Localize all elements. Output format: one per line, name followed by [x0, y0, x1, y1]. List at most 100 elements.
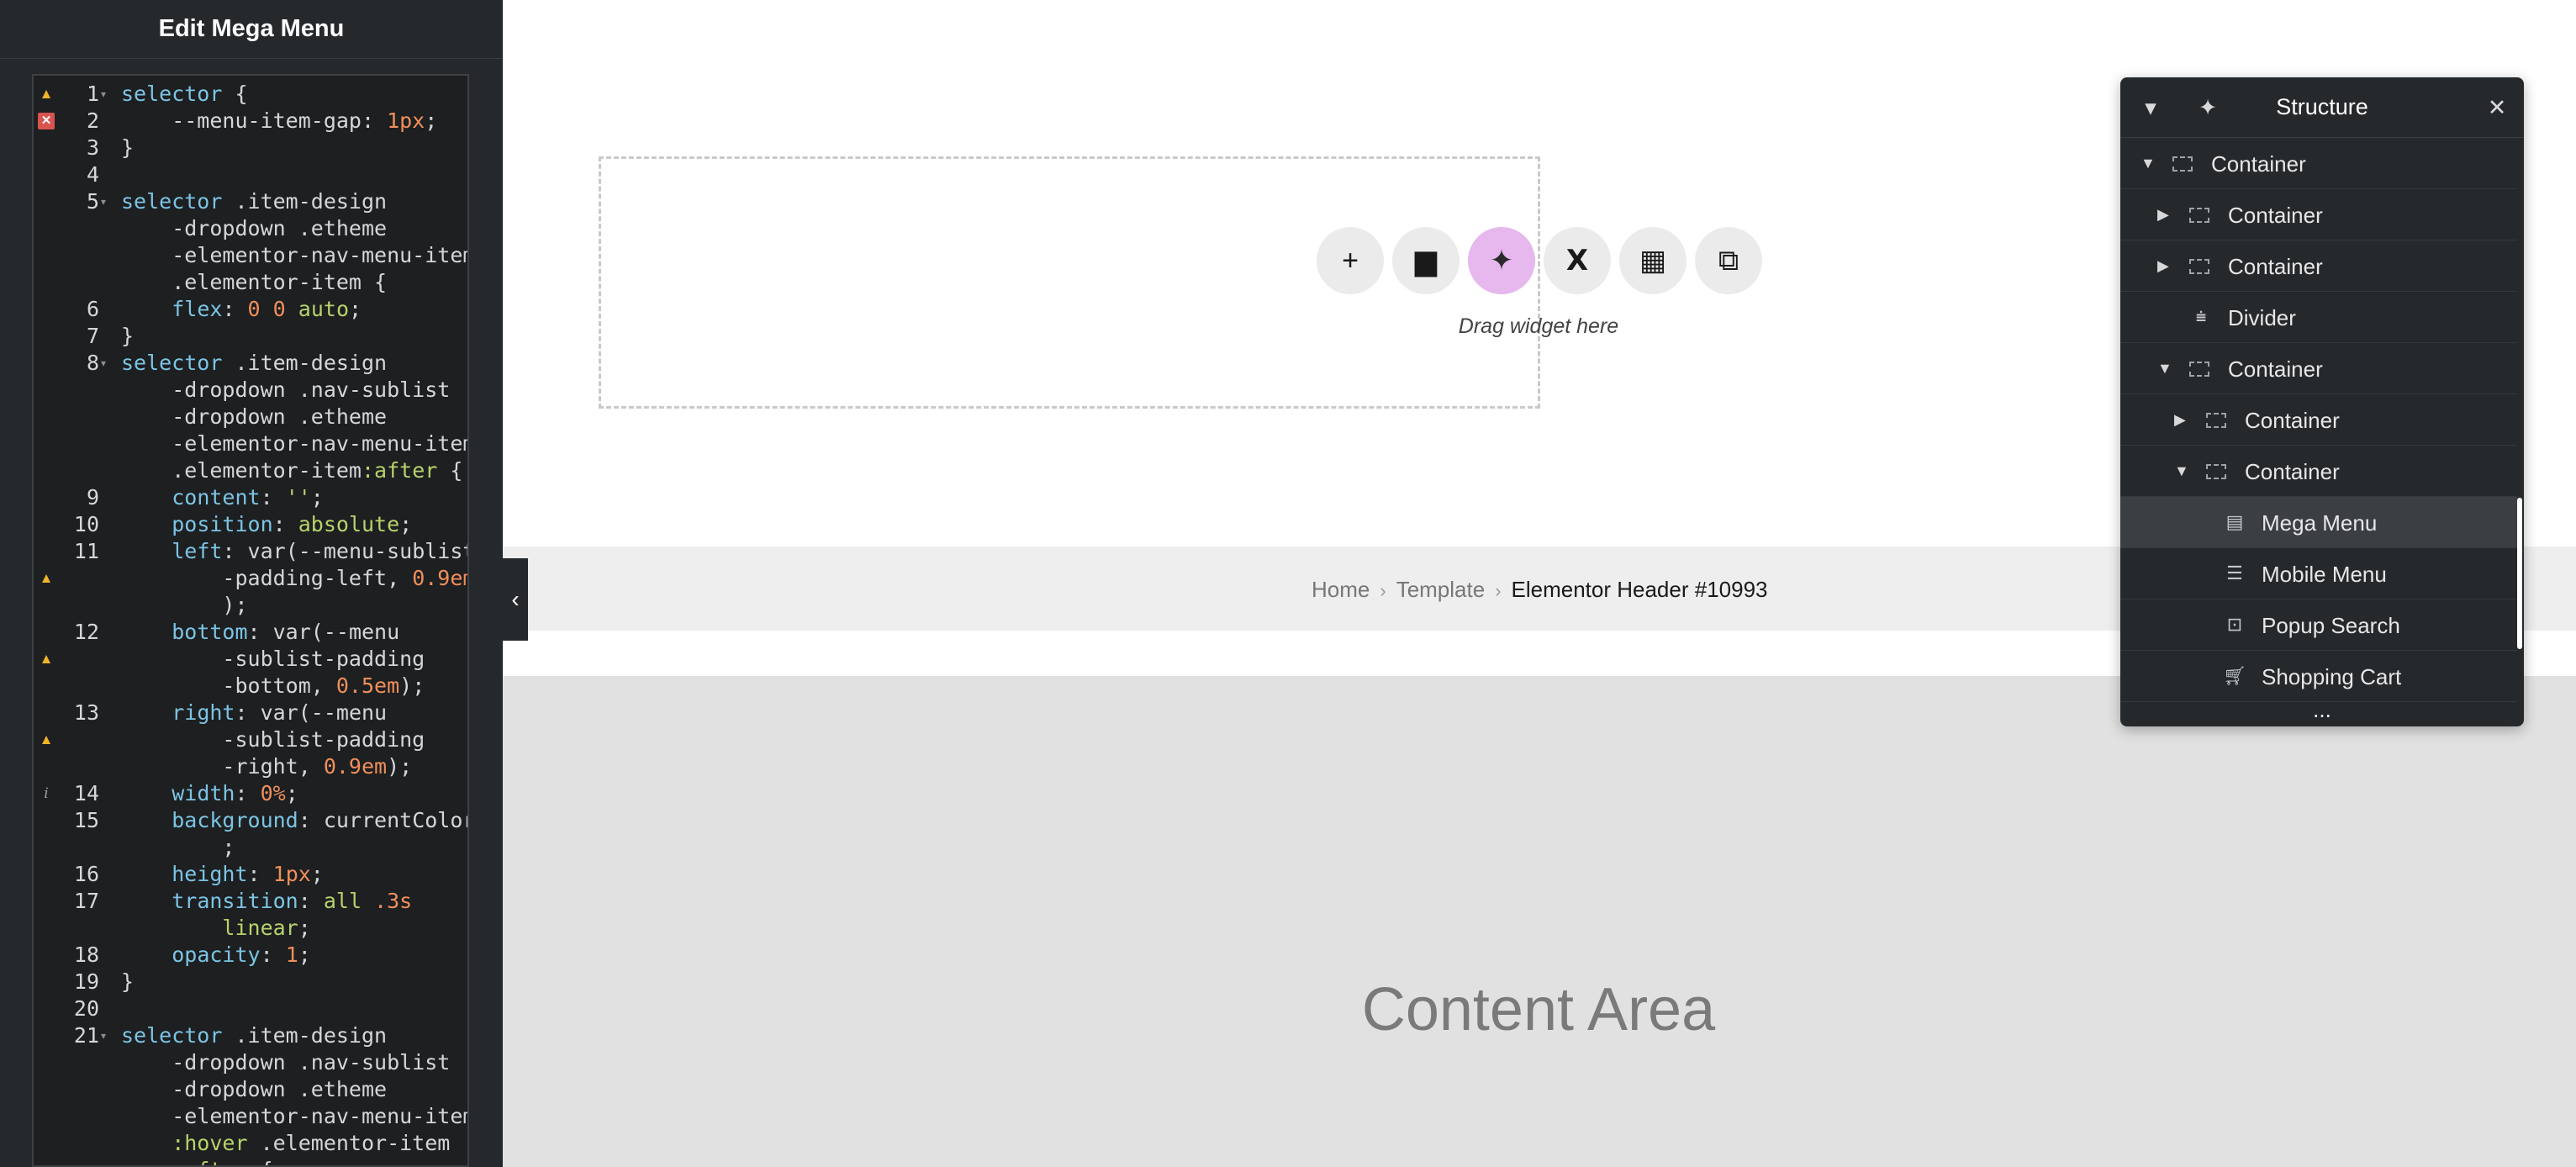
code-line[interactable]: 20	[34, 995, 467, 1022]
code-line[interactable]: -dropdown .nav-sublist	[34, 377, 467, 404]
code-line[interactable]: 4	[34, 161, 467, 188]
structure-item[interactable]: 🛒︎ Shopping Cart	[2120, 651, 2517, 702]
code-line[interactable]: ▲ -padding-left, 0.9em	[34, 565, 467, 592]
code-text: height: 1px;	[172, 862, 324, 886]
structure-item[interactable]: ☰ Mobile Menu	[2120, 548, 2517, 599]
code-text: -elementor-nav-menu-item	[121, 1104, 469, 1128]
caret-down-icon[interactable]: ▼	[2174, 462, 2191, 480]
code-line[interactable]: -dropdown .etheme	[34, 215, 467, 242]
fold-arrow-icon[interactable]: ▾	[101, 1022, 106, 1049]
code-line[interactable]: 18 opacity: 1;	[34, 942, 467, 969]
code-line[interactable]: :hover .elementor-item	[34, 1130, 467, 1157]
scrollbar[interactable]	[2517, 498, 2522, 649]
code-line[interactable]: 15 background: currentColor	[34, 807, 467, 834]
code-line[interactable]: -bottom, 0.5em);	[34, 673, 467, 700]
line-number: 5	[86, 189, 99, 214]
code-editor[interactable]: ▲ 1 ▾ selector {✕ 2 --menu-item-gap: 1px; 3} 4…	[32, 74, 469, 1167]
widgets-button[interactable]: ▦	[1619, 227, 1687, 294]
code-line[interactable]: ✕ 2 --menu-item-gap: 1px;	[34, 108, 467, 135]
structure-item[interactable]: ▶ Container	[2120, 394, 2517, 446]
container-icon	[2189, 208, 2209, 223]
structure-item-label: Mobile Menu	[2262, 562, 2387, 587]
breadcrumb-template[interactable]: Template	[1396, 577, 1486, 602]
structure-item-label: Divider	[2228, 305, 2296, 330]
code-line[interactable]: 6 flex: 0 0 auto;	[34, 296, 467, 323]
code-line[interactable]: -dropdown .etheme	[34, 1076, 467, 1103]
code-line[interactable]: -dropdown .nav-sublist	[34, 1049, 467, 1076]
line-number: 7	[86, 324, 99, 348]
structure-item[interactable]: ▼ Container	[2120, 343, 2517, 394]
paste-button[interactable]: ⧉	[1695, 227, 1762, 294]
fold-arrow-icon[interactable]: ▾	[101, 81, 106, 108]
dropdown-toggle-icon[interactable]: ▾	[2135, 92, 2166, 123]
mobile-menu-icon: ☰	[2226, 562, 2243, 584]
code-text: }	[121, 324, 135, 348]
code-line[interactable]: -elementor-nav-menu-item	[34, 1103, 467, 1130]
code-text: }	[121, 969, 135, 994]
fold-arrow-icon[interactable]: ▾	[101, 350, 106, 377]
code-line[interactable]: 12 bottom: var(--menu	[34, 619, 467, 646]
structure-item-label: Container	[2211, 151, 2306, 177]
code-line[interactable]: -elementor-nav-menu-item	[34, 242, 467, 269]
structure-item[interactable]: ▼ Container	[2120, 446, 2517, 497]
info-icon: i	[44, 785, 49, 802]
code-line[interactable]: 19}	[34, 969, 467, 995]
structure-item[interactable]: ▶ Container	[2120, 189, 2517, 240]
fold-arrow-icon[interactable]: ▾	[101, 188, 106, 215]
code-line[interactable]: 5 ▾ selector .item-design	[34, 188, 467, 215]
chevron-right-icon: ›	[1495, 580, 1502, 601]
breadcrumb-home[interactable]: Home	[1312, 577, 1370, 602]
structure-item[interactable]: ▤ Mega Menu	[2120, 497, 2517, 548]
line-number: 16	[73, 862, 99, 886]
code-line[interactable]: 13 right: var(--menu	[34, 700, 467, 726]
structure-item[interactable]: ⩧ Divider	[2120, 292, 2517, 343]
close-icon[interactable]: ✕	[2482, 92, 2512, 123]
code-line[interactable]: 8 ▾ selector .item-design	[34, 350, 467, 377]
caret-right-icon[interactable]: ▶	[2157, 206, 2174, 224]
template-library-button[interactable]: ▆	[1392, 227, 1460, 294]
line-number: 12	[73, 620, 99, 644]
code-line[interactable]: -elementor-nav-menu-item	[34, 430, 467, 457]
code-text: -bottom, 0.5em);	[121, 673, 425, 698]
code-line[interactable]: );	[34, 592, 467, 619]
code-text: selector .item-design	[121, 189, 388, 214]
caret-right-icon[interactable]: ▶	[2157, 257, 2174, 275]
code-line[interactable]: ▲ -sublist-padding	[34, 646, 467, 673]
drop-zone[interactable]	[599, 156, 1540, 409]
code-line[interactable]: 17 transition: all .3s	[34, 888, 467, 915]
code-line[interactable]: -dropdown .etheme	[34, 404, 467, 430]
caret-right-icon[interactable]: ▶	[2174, 411, 2191, 429]
code-line[interactable]: 21 ▾ selector .item-design	[34, 1022, 467, 1049]
code-text: -right, 0.9em);	[121, 754, 413, 779]
code-line[interactable]: i 14 width: 0%;	[34, 780, 467, 807]
code-line[interactable]: ▲ 1 ▾ selector {	[34, 81, 467, 108]
code-line[interactable]: 16 height: 1px;	[34, 861, 467, 888]
ai-button[interactable]: ✦	[1468, 227, 1535, 294]
structure-item[interactable]: ▼ Container	[2120, 138, 2517, 189]
code-text: -sublist-padding	[121, 647, 425, 671]
code-line[interactable]: -right, 0.9em);	[34, 753, 467, 780]
line-number: 2	[86, 108, 99, 133]
code-line[interactable]: linear;	[34, 915, 467, 942]
code-line[interactable]: 11 left: var(--menu-sublist	[34, 538, 467, 565]
code-line[interactable]: .elementor-item {	[34, 269, 467, 296]
code-line[interactable]: 3}	[34, 135, 467, 161]
code-line[interactable]: 10 position: absolute;	[34, 511, 467, 538]
code-line[interactable]: :after {	[34, 1157, 467, 1165]
code-line[interactable]: 7}	[34, 323, 467, 350]
code-line[interactable]: .elementor-item:after {	[34, 457, 467, 484]
collapse-panel-button[interactable]: ‹	[503, 558, 528, 641]
structure-item[interactable]: ⊡ Popup Search	[2120, 599, 2517, 651]
add-button[interactable]: +	[1317, 227, 1384, 294]
container-icon	[2189, 362, 2209, 377]
caret-down-icon[interactable]: ▼	[2141, 155, 2157, 172]
caret-down-icon[interactable]: ▼	[2157, 360, 2174, 378]
code-line[interactable]: ▲ -sublist-padding	[34, 726, 467, 753]
x-button[interactable]: X	[1544, 227, 1611, 294]
line-number: 19	[73, 969, 99, 994]
code-line[interactable]: ;	[34, 834, 467, 861]
panel-title: Edit Mega Menu	[0, 0, 503, 59]
chevron-left-icon: ‹	[511, 586, 520, 612]
structure-item[interactable]: ▶ Container	[2120, 240, 2517, 292]
code-line[interactable]: 9 content: '';	[34, 484, 467, 511]
